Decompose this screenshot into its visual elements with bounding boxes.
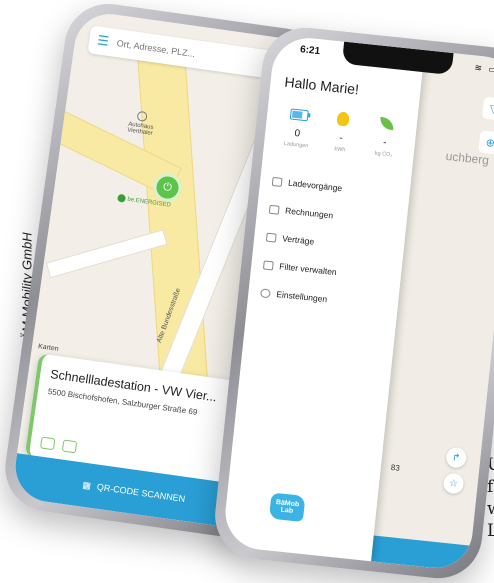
contract-icon	[265, 232, 277, 243]
bulb-icon	[336, 111, 350, 127]
stats-row: 0 Ladungen - kWh - kg CO₂	[276, 101, 408, 159]
menu-item-label: Verträge	[281, 233, 315, 247]
locate-button[interactable]: ⊕	[478, 130, 494, 155]
battery-icon	[289, 107, 309, 121]
qr-icon: ▦	[81, 479, 92, 491]
menu-item-label: Rechnungen	[284, 205, 334, 221]
battery-status-icon: ▭	[488, 63, 494, 75]
route-button[interactable]: ↱	[445, 446, 468, 469]
charging-icon	[271, 176, 283, 187]
map-number: 83	[390, 462, 401, 473]
menu-item-label: Ladevorgänge	[287, 177, 343, 194]
map-road	[45, 229, 168, 279]
filter-button[interactable]: ▽	[481, 96, 494, 121]
funnel-icon: ▽	[489, 102, 494, 116]
stat-kwh: - kWh	[320, 106, 364, 155]
wifi-icon: ≋	[474, 62, 485, 74]
crosshair-icon: ⊕	[485, 136, 494, 150]
favorite-button[interactable]: ☆	[442, 472, 465, 495]
drawer-menu: Ladevorgänge Rechnungen Verträge Filter …	[259, 167, 405, 320]
plug-icon: ⏻	[162, 180, 173, 194]
leaf-icon	[379, 116, 395, 131]
stat-co2: - kg CO₂	[363, 111, 407, 160]
side-letter: L	[487, 521, 494, 541]
star-icon: ☆	[448, 477, 459, 490]
filter-icon	[262, 259, 274, 270]
status-time: 6:21	[299, 44, 321, 58]
app-logo: BäMob Lab	[268, 492, 306, 522]
connector-icon	[39, 436, 56, 451]
settings-icon	[260, 287, 271, 298]
poi-icon	[136, 110, 148, 122]
connector-icons	[39, 436, 78, 454]
connector-icon	[61, 439, 78, 454]
menu-item-label: Filter verwalten	[278, 261, 338, 278]
route-icon: ↱	[451, 451, 462, 464]
logo-text: BäMob Lab	[275, 499, 300, 515]
map-attribution: Karten	[37, 343, 60, 353]
invoice-icon	[268, 204, 280, 215]
greeting: Hallo Marie!	[283, 73, 360, 98]
qr-label: QR-CODE SCANNEN	[96, 481, 186, 504]
stat-charges: 0 Ladungen	[276, 101, 320, 150]
side-letter: w	[487, 498, 494, 520]
menu-item-label: Einstellungen	[275, 288, 328, 305]
menu-icon[interactable]: ☰	[96, 32, 110, 49]
station-dot-icon	[117, 193, 127, 203]
poi-label: Autohaus Vierthaler	[126, 121, 154, 137]
